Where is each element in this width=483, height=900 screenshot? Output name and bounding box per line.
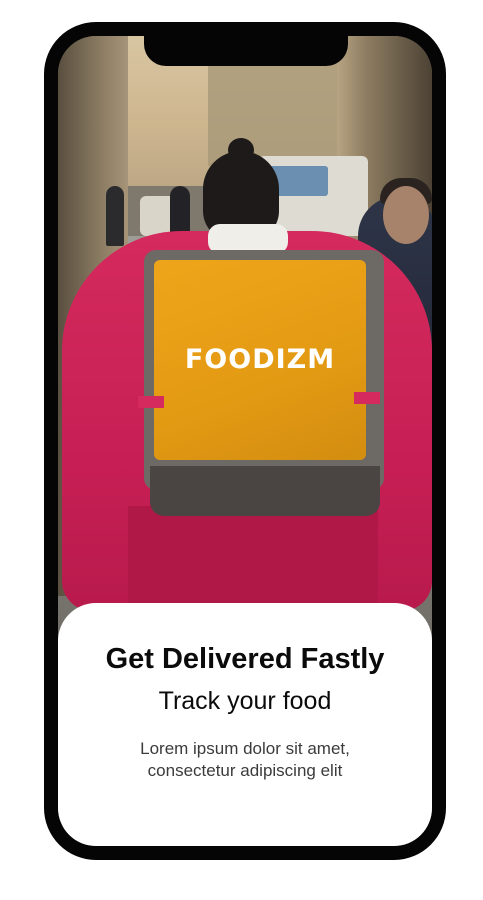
onboarding-title: Get Delivered Fastly <box>105 643 385 675</box>
description-line: consectetur adipiscing elit <box>147 761 343 780</box>
brand-logo: FOODIZM <box>154 344 366 375</box>
brand-logo-text: FOODIZM <box>184 344 336 375</box>
app-screen: FOODIZM Get Delivered Fastly Track your … <box>58 36 432 846</box>
onboarding-card: Get Delivered Fastly Track your food Lor… <box>58 603 432 846</box>
phone-frame: FOODIZM Get Delivered Fastly Track your … <box>44 22 446 860</box>
phone-notch <box>144 36 348 66</box>
onboarding-description: Lorem ipsum dolor sit amet, consectetur … <box>58 738 432 782</box>
description-line: Lorem ipsum dolor sit amet, <box>140 739 350 758</box>
onboarding-subtitle: Track your food <box>158 687 332 715</box>
